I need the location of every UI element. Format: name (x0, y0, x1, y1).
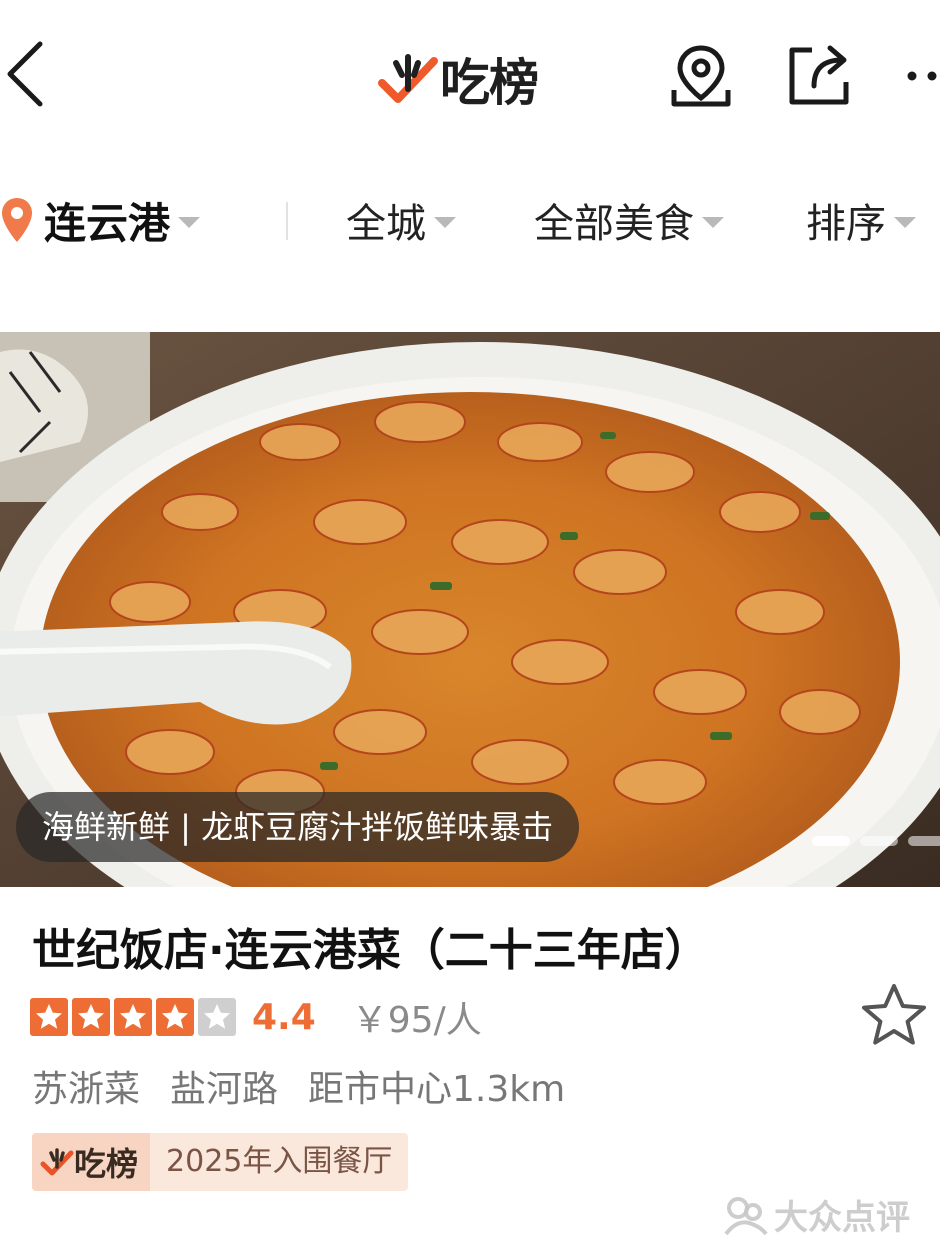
star-filled-icon (156, 998, 194, 1036)
city-selector[interactable]: 连云港 (0, 190, 201, 250)
star-rating (30, 998, 240, 1036)
map-pin-outline-icon (671, 45, 731, 107)
star-outline-icon (862, 984, 926, 1045)
bichi-bang-logo: 吃榜 (378, 44, 539, 114)
carousel-dot-3 (908, 836, 940, 846)
caret-down-icon (434, 216, 456, 228)
dianping-logo-icon (724, 1196, 768, 1235)
carousel-dot-1 (812, 836, 850, 846)
caret-down-icon (178, 216, 201, 228)
bichi-bang-badge[interactable]: 吃榜 2025年入围餐厅 (32, 1133, 409, 1191)
area-filter[interactable]: 全城 (346, 190, 456, 250)
badge-check-mark-icon (40, 1148, 74, 1176)
share-icon (789, 45, 849, 105)
category-filter[interactable]: 全部美食 (534, 190, 724, 250)
distance-label: 距市中心1.3km (308, 1069, 566, 1110)
category-filter-label: 全部美食 (534, 201, 694, 247)
watermark: 大众点评 (722, 1190, 910, 1239)
restaurant-meta: 苏浙菜 盐河路 距市中心1.3km (32, 1060, 595, 1112)
area-filter-label: 全城 (346, 201, 426, 247)
badge-logo-text: 吃榜 (74, 1145, 139, 1183)
carousel-indicator (812, 836, 940, 846)
price-per-person: ￥95/人 (351, 1000, 482, 1041)
sort-filter-label: 排序 (806, 201, 886, 247)
sort-filter[interactable]: 排序 (806, 190, 916, 250)
caret-down-icon (702, 216, 724, 228)
top-bar: 吃榜 (0, 0, 940, 150)
star-filled-icon (30, 998, 68, 1036)
badge-logo: 吃榜 (32, 1133, 151, 1191)
caret-down-icon (894, 216, 916, 228)
location-pin-icon (2, 198, 32, 242)
logo-check-mark-icon (378, 54, 438, 103)
photo-caption: 海鲜新鲜 | 龙虾豆腐汁拌饭鲜味暴击 (16, 792, 580, 862)
more-button[interactable] (900, 40, 940, 110)
star-empty-icon (198, 998, 236, 1036)
rating-score: 4.4 (252, 996, 316, 1038)
restaurant-name[interactable]: 世纪饭店·连云港菜（二十三年店） (32, 914, 709, 978)
map-button[interactable] (666, 40, 736, 110)
watermark-text: 大众点评 (774, 1198, 910, 1238)
star-filled-icon (114, 998, 152, 1036)
favorite-button[interactable] (858, 980, 930, 1052)
badge-text: 2025年入围餐厅 (166, 1144, 393, 1179)
filter-bar: 连云港 全城 全部美食 排序 (0, 180, 940, 260)
filter-divider (286, 202, 288, 240)
back-button[interactable] (2, 38, 50, 110)
rating-row: 4.4 ￥95/人 (30, 995, 482, 1041)
share-button[interactable] (784, 40, 854, 110)
logo-text: 吃榜 (440, 54, 539, 112)
cuisine-label: 苏浙菜 (32, 1069, 141, 1110)
carousel-dot-2 (860, 836, 898, 846)
more-icon (907, 71, 937, 81)
street-label: 盐河路 (170, 1069, 279, 1110)
star-filled-icon (72, 998, 110, 1036)
back-arrow-icon (7, 41, 43, 107)
city-label: 连云港 (44, 198, 171, 248)
